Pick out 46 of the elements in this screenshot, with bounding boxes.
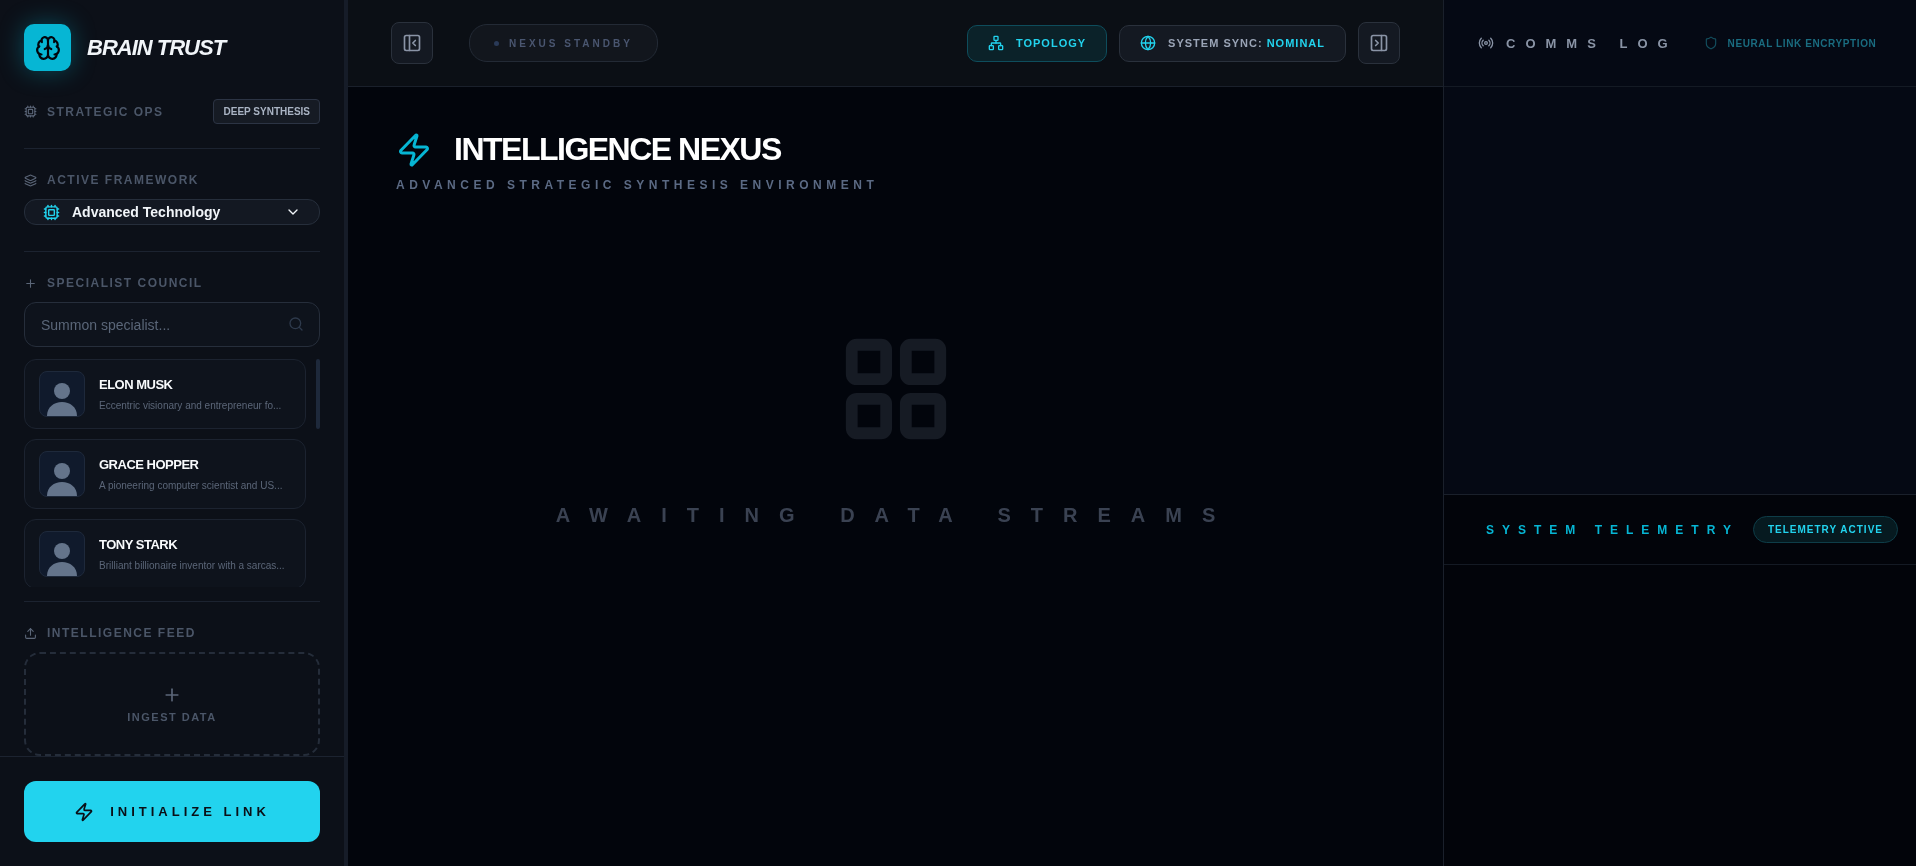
topology-button[interactable]: TOPOLOGY: [966, 24, 1108, 62]
page-title: INTELLIGENCE NEXUS: [454, 131, 781, 168]
brand-name: BRAIN TRUST: [87, 34, 226, 61]
chip-icon: [24, 105, 37, 118]
collapse-left-button[interactable]: [391, 22, 433, 64]
specialist-card[interactable]: TONY STARK Brilliant billionaire inventor with a sarcas...: [24, 519, 306, 587]
search-icon: [288, 316, 304, 332]
lightning-icon: [396, 131, 432, 168]
page-subtitle: ADVANCED STRATEGIC SYNTHESIS ENVIRONMENT: [396, 178, 880, 192]
network-icon: [987, 35, 1004, 51]
status-pill: NEXUS STANDBY: [469, 24, 658, 62]
specialist-description: A pioneering computer scientist and US...: [99, 480, 283, 491]
broadcast-icon: [1478, 35, 1494, 51]
system-sync-button[interactable]: SYSTEM SYNC: NOMINAL: [1119, 24, 1346, 62]
specialist-name: GRACE HOPPER: [99, 457, 200, 472]
framework-dropdown[interactable]: Advanced Technology: [24, 199, 320, 225]
initialize-link-button[interactable]: INITIALIZE LINK: [24, 781, 320, 842]
empty-state-text: AWAITING DATA STREAMS: [555, 504, 1236, 527]
status-badge: TELEMETRY ACTIVE: [1752, 516, 1898, 543]
layers-icon: [24, 173, 37, 187]
encryption-label: NEURAL LINK ENCRYPTION: [1727, 37, 1877, 49]
brain-logo-icon: [24, 24, 71, 71]
specialist-card[interactable]: ELON MUSK Eccentric visionary and entrepreneur fo...: [24, 359, 306, 429]
specialist-description: Brilliant billionaire inventor with a sarcas...: [99, 560, 285, 571]
chip-icon: [43, 203, 60, 221]
specialist-name: TONY STARK: [99, 537, 179, 552]
specialist-card[interactable]: GRACE HOPPER A pioneering computer scientist and US...: [24, 439, 306, 509]
scrollbar-thumb[interactable]: [316, 359, 320, 429]
section-label: INTELLIGENCE FEED: [47, 626, 196, 640]
lightning-icon: [74, 801, 95, 822]
section-label: SPECIALIST COUNCIL: [47, 276, 203, 290]
collapse-right-button[interactable]: [1358, 22, 1400, 64]
panel-title: COMMS LOG: [1506, 35, 1678, 51]
panel-right-icon: [1369, 33, 1389, 53]
globe-icon: [1140, 35, 1157, 51]
specialist-name: ELON MUSK: [99, 377, 174, 392]
specialist-description: Eccentric visionary and entrepreneur fo...: [99, 400, 282, 411]
search-field[interactable]: Summon specialist...: [24, 302, 320, 347]
shield-icon: [1703, 36, 1718, 50]
plus-icon: [24, 276, 37, 290]
panel-title: SYSTEM TELEMETRY: [1486, 522, 1739, 537]
panel-left-icon: [402, 33, 422, 53]
section-label: STRATEGIC OPS: [47, 104, 164, 119]
mode-badge: DEEP SYNTHESIS: [213, 99, 320, 124]
section-label: ACTIVE FRAMEWORK: [47, 173, 199, 187]
upload-icon: [24, 626, 37, 640]
